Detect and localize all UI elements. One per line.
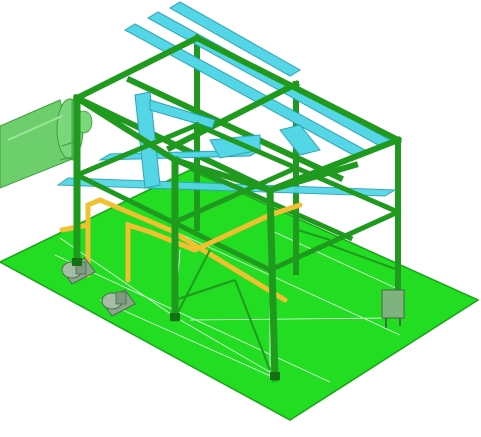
ground-slab[interactable] — [0, 169, 480, 421]
3d-model-viewport[interactable] — [0, 0, 481, 437]
scene-canvas[interactable] — [0, 0, 481, 437]
cable-tray-top[interactable] — [123, 1, 392, 157]
